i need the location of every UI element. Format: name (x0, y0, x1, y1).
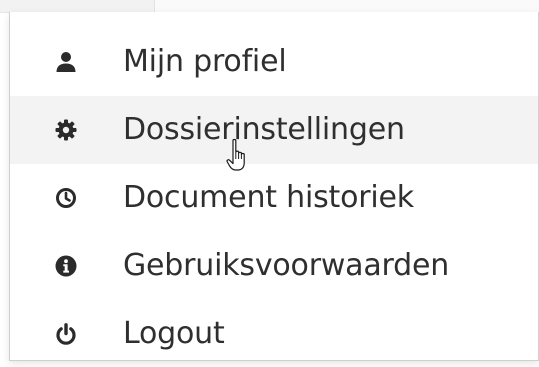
menu-item-label: Document historiek (123, 179, 414, 215)
cog-icon (55, 119, 77, 141)
clock-icon (55, 187, 77, 209)
menu-item-document-history[interactable]: Document historiek (10, 164, 538, 232)
menu-list: Mijn profiel Dossierinstellingen Documen… (10, 28, 538, 367)
user-dropdown-menu: Mijn profiel Dossierinstellingen Documen… (9, 12, 539, 361)
menu-item-terms-of-use[interactable]: Gebruiksvoorwaarden (10, 232, 538, 300)
menu-item-logout[interactable]: Logout (10, 300, 538, 367)
info-icon (55, 255, 77, 277)
page-background-tab (0, 0, 155, 12)
menu-item-label: Mijn profiel (123, 43, 287, 79)
menu-item-my-profile[interactable]: Mijn profiel (10, 28, 538, 96)
power-icon (55, 323, 77, 345)
screen: Mijn profiel Dossierinstellingen Documen… (0, 0, 539, 367)
menu-item-label: Gebruiksvoorwaarden (123, 247, 450, 283)
menu-item-dossier-settings[interactable]: Dossierinstellingen (10, 96, 538, 164)
menu-item-label: Dossierinstellingen (123, 111, 405, 147)
user-icon (55, 51, 77, 73)
menu-item-label: Logout (123, 315, 225, 351)
